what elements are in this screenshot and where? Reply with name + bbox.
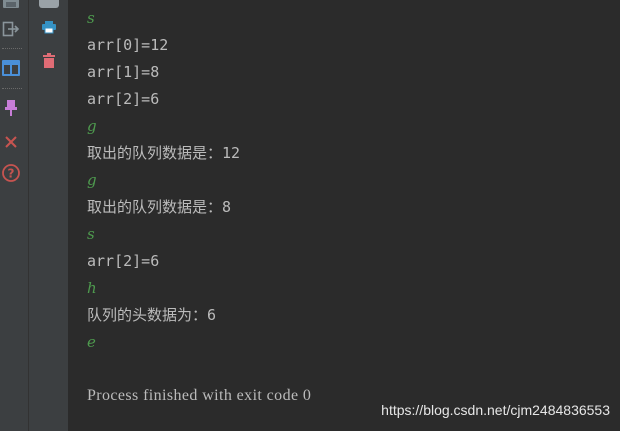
toolbar-separator <box>2 48 22 49</box>
save-icon[interactable] <box>1 0 21 10</box>
console-output-line: arr[2]=6 <box>87 90 160 108</box>
svg-text:?: ? <box>7 167 14 181</box>
console-output-line: arr[1]=8 <box>87 63 160 81</box>
toolbar-separator <box>2 88 22 89</box>
exit-icon[interactable] <box>1 20 21 38</box>
console-input-line: s <box>87 225 95 243</box>
console-output[interactable]: s arr[0]=12 arr[1]=8 arr[2]=6 g 取出的队列数据是… <box>68 0 620 431</box>
left-tool-rail: ? <box>0 0 28 431</box>
layout-icon[interactable] <box>0 58 21 78</box>
console-output-line: 取出的队列数据是：8 <box>87 198 232 216</box>
print-icon[interactable] <box>39 18 59 36</box>
secondary-tool-rail <box>28 0 69 431</box>
pin-icon[interactable] <box>1 98 21 118</box>
close-icon[interactable] <box>1 132 21 152</box>
console-output-line: 取出的队列数据是：12 <box>87 144 241 162</box>
console-input-line: g <box>87 171 97 189</box>
trash-icon[interactable] <box>39 51 59 71</box>
console-output-line: arr[2]=6 <box>87 252 160 270</box>
watermark-url: https://blog.csdn.net/cjm2484836553 <box>381 402 610 418</box>
scroll-icon[interactable] <box>37 0 61 10</box>
console-input-line: g <box>87 117 97 135</box>
console-input-line: e <box>87 333 96 351</box>
console-input-line: s <box>87 9 95 27</box>
process-finished-message: Process finished with exit code 0 <box>87 387 312 404</box>
console-output-line: arr[0]=12 <box>87 36 169 54</box>
console-output-line: 队列的头数据为：6 <box>87 306 217 324</box>
help-icon[interactable]: ? <box>0 162 21 184</box>
console-input-line: h <box>87 279 97 297</box>
